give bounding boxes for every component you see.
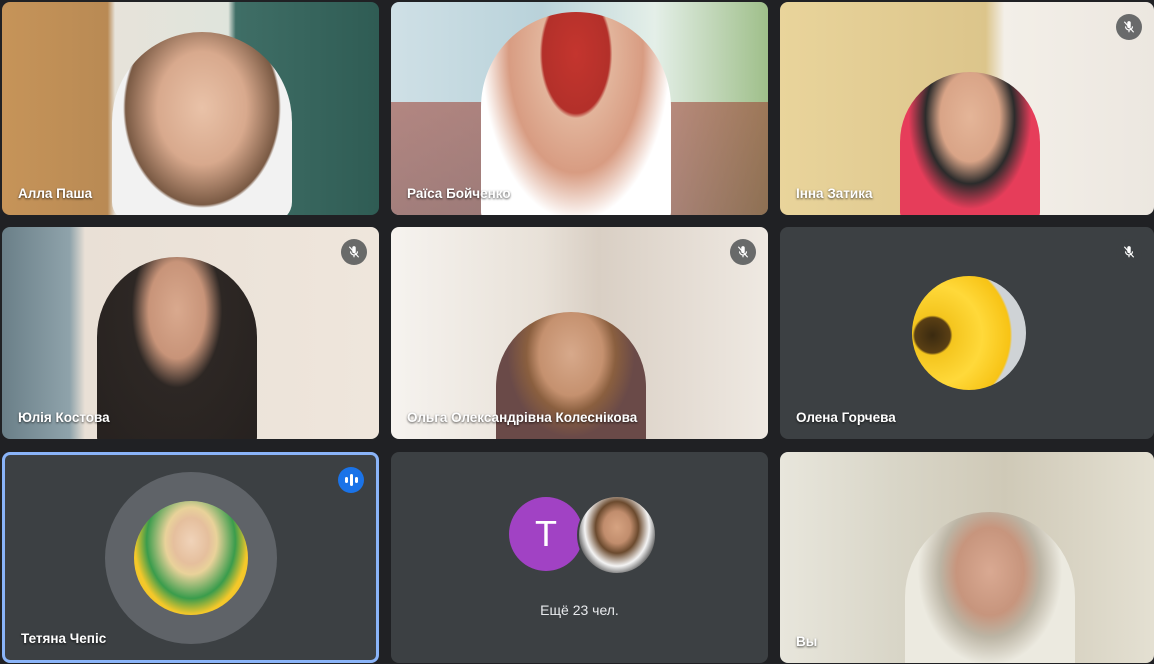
- participant-tile-tetiana-chepis[interactable]: Тетяна Чепіс: [2, 452, 379, 663]
- participant-tile-yuliia-kostova[interactable]: Юлія Костова: [2, 227, 379, 439]
- participant-video: [112, 32, 292, 215]
- participant-video-person: [481, 12, 671, 215]
- participant-tile-olha-kolesnikova[interactable]: Ольга Олександрівна Колеснікова: [391, 227, 768, 439]
- participant-video: [97, 257, 257, 439]
- more-participants-label: Ещё 23 чел.: [540, 602, 619, 618]
- mic-off-icon: [1116, 239, 1142, 265]
- participant-name: Алла Паша: [18, 186, 93, 201]
- participant-name: Ольга Олександрівна Колеснікова: [407, 410, 638, 425]
- participant-video: [905, 512, 1075, 663]
- participant-video: [900, 72, 1040, 215]
- participant-tile-alla-pasha[interactable]: Алла Паша: [2, 2, 379, 215]
- sunflower-avatar: [912, 276, 1026, 390]
- mic-off-icon: [1116, 14, 1142, 40]
- audio-level-icon: [338, 467, 364, 493]
- more-participants-tile[interactable]: T Ещё 23 чел.: [391, 452, 768, 663]
- avatar-letter: T: [535, 513, 557, 554]
- participant-tile-inna-zatyka[interactable]: Інна Затика: [780, 2, 1154, 215]
- participant-name: Юлія Костова: [18, 410, 110, 425]
- participant-name: Раїса Бойченко: [407, 186, 511, 201]
- participant-name: Інна Затика: [796, 186, 873, 201]
- participant-tile-raisa-boichenko[interactable]: Раїса Бойченко: [391, 2, 768, 215]
- mic-off-icon: [341, 239, 367, 265]
- participant-avatar: [134, 501, 248, 615]
- participant-name: Вы: [796, 634, 818, 649]
- participant-avatar: [577, 495, 657, 575]
- participant-name: Тетяна Чепіс: [21, 631, 107, 646]
- participant-tile-self[interactable]: Вы: [780, 452, 1154, 663]
- mic-off-icon: [730, 239, 756, 265]
- participant-name: Олена Горчева: [796, 410, 896, 425]
- participant-tile-olena-horcheva[interactable]: Олена Горчева: [780, 227, 1154, 439]
- letter-avatar: T: [509, 497, 583, 571]
